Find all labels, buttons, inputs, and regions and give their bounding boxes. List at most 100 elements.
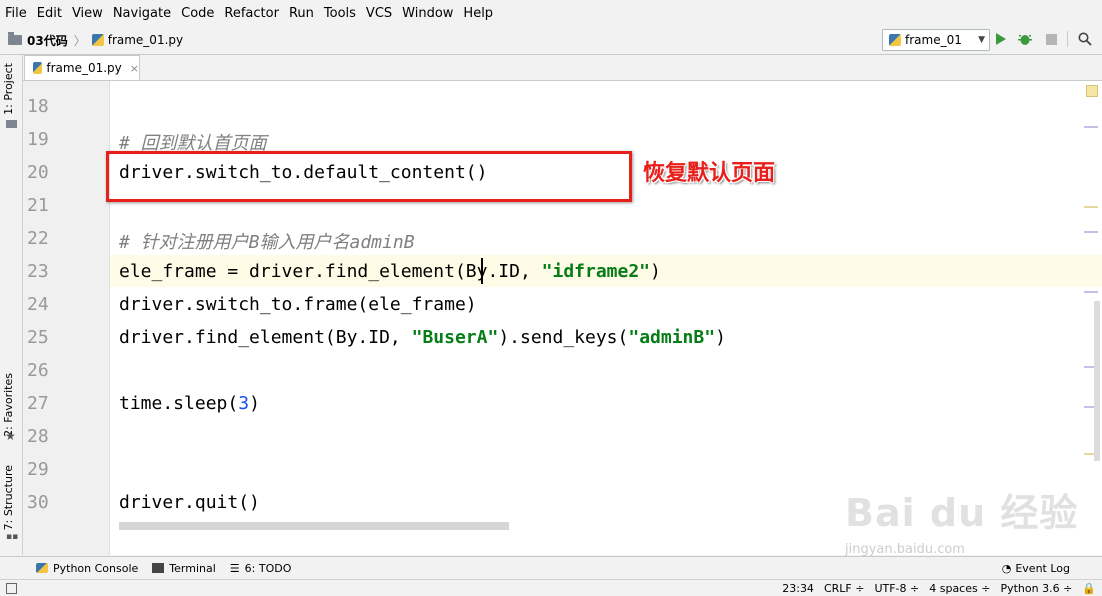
- annotation-label: 恢复默认页面: [643, 161, 776, 186]
- indent-setting[interactable]: 4 spaces ÷: [929, 582, 990, 595]
- menu-file[interactable]: File: [0, 6, 32, 21]
- status-bar: 23:34 CRLF ÷ UTF-8 ÷ 4 spaces ÷ Python 3…: [0, 579, 1102, 596]
- favorites-tool-tab[interactable]: 2: Favorites: [2, 373, 15, 437]
- list-icon: ☰: [229, 561, 240, 575]
- line-number: 22: [27, 228, 49, 249]
- project-tool-tab[interactable]: 1: Project: [2, 63, 15, 115]
- python-console-label: Python Console: [53, 561, 139, 575]
- code-text: ): [249, 393, 260, 414]
- line-separator[interactable]: CRLF ÷: [824, 582, 865, 595]
- run-button[interactable]: [993, 31, 1009, 47]
- breadcrumb: 03代码 〉 frame_01.py: [8, 32, 183, 49]
- python-console-icon: [36, 563, 48, 573]
- warning-marker[interactable]: [1086, 85, 1098, 97]
- number-literal: 3: [238, 393, 250, 414]
- string-literal: "idframe2": [541, 261, 651, 282]
- toggle-tool-windows-icon[interactable]: [6, 582, 17, 594]
- event-log-tab[interactable]: ◔ Event Log: [1002, 562, 1070, 575]
- stop-button[interactable]: [1043, 31, 1059, 47]
- search-everywhere-button[interactable]: [1077, 31, 1093, 47]
- breadcrumb-project[interactable]: 03代码: [27, 32, 68, 49]
- code-line-30: driver.quit(): [119, 492, 260, 513]
- python-file-icon: [889, 34, 901, 46]
- bug-icon: [1018, 35, 1032, 45]
- string-literal: "BuserA": [411, 327, 499, 348]
- code-line-22: # 针对注册用户B输入用户名adminB: [119, 232, 415, 253]
- run-configuration-select[interactable]: frame_01 ▼: [882, 29, 990, 51]
- error-stripe-marker[interactable]: [1084, 291, 1098, 293]
- search-icon: [1078, 32, 1092, 46]
- vertical-scrollbar[interactable]: [1094, 301, 1100, 461]
- code-text: ).send_keys(: [498, 327, 629, 348]
- code-text: driver.find_element(By.ID,: [119, 327, 412, 348]
- file-encoding[interactable]: UTF-8 ÷: [874, 582, 919, 595]
- structure-icon: ▪▪: [6, 532, 19, 542]
- line-number: 18: [27, 96, 49, 117]
- toolbar-divider: [1067, 31, 1068, 47]
- menu-run[interactable]: Run: [284, 6, 319, 21]
- horizontal-scrollbar[interactable]: [119, 522, 509, 530]
- menu-bar: File Edit View Navigate Code Refactor Ru…: [0, 0, 1102, 26]
- run-configuration-label: frame_01: [905, 33, 962, 47]
- error-stripe-marker[interactable]: [1084, 206, 1098, 208]
- partially-visible-code-line: — — ———— ————— ————— ———— ——: [119, 81, 433, 86]
- baidu-watermark-url: jingyan.baidu.com: [845, 542, 965, 557]
- menu-vcs[interactable]: VCS: [361, 6, 397, 21]
- line-number-gutter: [23, 81, 110, 555]
- menu-view[interactable]: View: [67, 6, 108, 21]
- lock-icon[interactable]: 🔒: [1082, 582, 1096, 595]
- file-encoding-label: UTF-8: [874, 581, 907, 595]
- code-line-24: driver.switch_to.frame(ele_frame): [119, 294, 477, 315]
- todo-label: 6: TODO: [244, 561, 292, 575]
- indent-label: 4 spaces: [929, 581, 978, 595]
- menu-help[interactable]: Help: [458, 6, 498, 21]
- terminal-tab[interactable]: Terminal: [152, 562, 216, 575]
- line-number: 26: [27, 360, 49, 381]
- menu-code[interactable]: Code: [176, 6, 219, 21]
- editor-tab-bar: frame_01.py ×: [23, 55, 1102, 81]
- line-number: 29: [27, 459, 49, 480]
- line-number: 25: [27, 327, 49, 348]
- line-number: 19: [27, 129, 49, 150]
- line-number: 30: [27, 492, 49, 513]
- error-stripe-marker[interactable]: [1084, 126, 1098, 128]
- star-icon: ★: [5, 429, 16, 443]
- error-stripe-marker[interactable]: [1084, 231, 1098, 233]
- text-cursor: [481, 258, 483, 284]
- structure-tool-label: 7: Structure: [2, 465, 15, 531]
- project-tool-label: 1: Project: [2, 63, 15, 115]
- editor-tab-label: frame_01.py: [46, 61, 122, 75]
- python-console-tab[interactable]: Python Console: [36, 562, 138, 575]
- line-number: 27: [27, 393, 49, 414]
- line-number: 23: [27, 261, 49, 282]
- python-file-icon: [33, 62, 43, 74]
- structure-tool-tab[interactable]: 7: Structure: [2, 465, 15, 530]
- menu-edit[interactable]: Edit: [32, 6, 67, 21]
- menu-navigate[interactable]: Navigate: [108, 6, 176, 21]
- event-log-icon: ◔: [1001, 561, 1012, 575]
- string-literal: "adminB": [628, 327, 716, 348]
- editor-tab-frame-01[interactable]: frame_01.py ×: [24, 55, 140, 80]
- menu-window[interactable]: Window: [397, 6, 458, 21]
- menu-tools[interactable]: Tools: [319, 6, 361, 21]
- line-separator-label: CRLF: [823, 581, 852, 595]
- breadcrumb-file[interactable]: frame_01.py: [108, 33, 183, 47]
- folder-icon: [8, 32, 22, 45]
- todo-tab[interactable]: ☰ 6: TODO: [230, 562, 292, 575]
- code-text: ): [650, 261, 661, 282]
- line-number: 21: [27, 195, 49, 216]
- event-log-label: Event Log: [1015, 561, 1070, 575]
- python-interpreter[interactable]: Python 3.6 ÷: [1000, 582, 1072, 595]
- close-icon[interactable]: ×: [130, 62, 139, 75]
- favorites-tool-label: 2: Favorites: [2, 373, 15, 437]
- bottom-tool-bar: Python Console Terminal ☰ 6: TODO ◔ Even…: [0, 556, 1102, 579]
- play-icon: [996, 33, 1006, 45]
- debug-button[interactable]: [1017, 31, 1033, 47]
- chevron-down-icon: ▼: [978, 35, 985, 45]
- caret-position[interactable]: 23:34: [782, 582, 814, 595]
- menu-refactor[interactable]: Refactor: [219, 6, 284, 21]
- stop-icon: [1045, 33, 1057, 45]
- annotation-highlight-box: [106, 151, 632, 202]
- python-file-icon: [91, 34, 104, 46]
- line-number: 28: [27, 426, 49, 447]
